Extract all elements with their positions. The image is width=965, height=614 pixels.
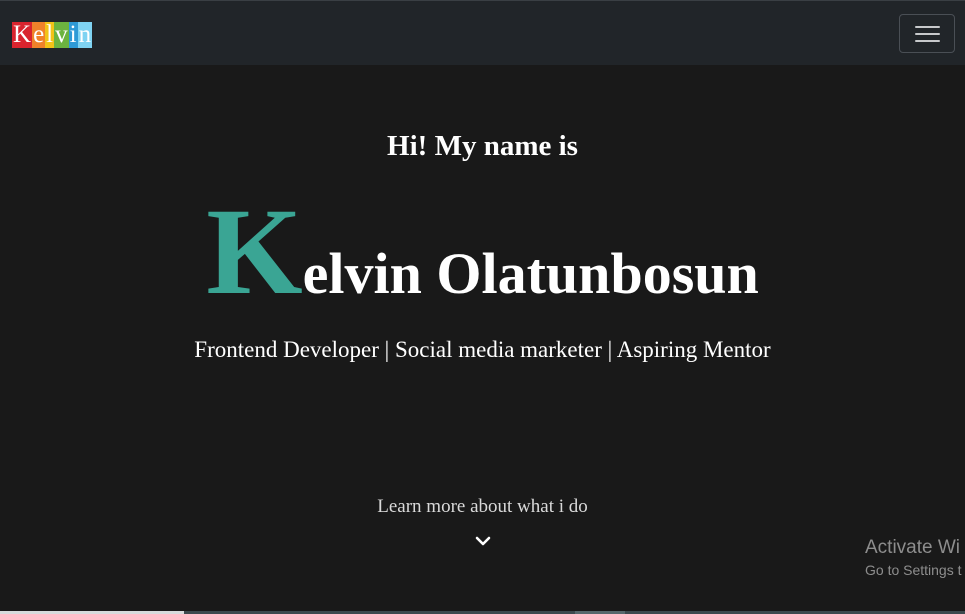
- navbar-toggler-button[interactable]: [899, 14, 955, 53]
- logo-letter: l: [45, 21, 55, 48]
- logo-letter: K: [12, 21, 33, 48]
- activate-windows-watermark: Activate Wi Go to Settings t: [865, 537, 962, 580]
- chevron-down-icon[interactable]: [475, 535, 491, 547]
- watermark-title: Activate Wi: [865, 537, 961, 558]
- logo-letter: v: [54, 21, 69, 48]
- hero-roles: Frontend Developer | Social media market…: [194, 337, 771, 362]
- logo-letter: i: [68, 21, 78, 48]
- hero-name-rest: elvin Olatunbosun: [302, 241, 759, 306]
- logo-letter: e: [32, 21, 46, 48]
- hero-section: Hi! My name is Kelvin Olatunbosun Fronte…: [0, 65, 965, 614]
- logo-letter: n: [77, 21, 93, 48]
- hero-name-initial: K: [206, 183, 303, 320]
- hero-name: Kelvin Olatunbosun: [0, 190, 965, 337]
- watermark-subtitle: Go to Settings t: [865, 562, 962, 578]
- hero-greeting: Hi! My name is: [387, 130, 578, 162]
- brand-logo[interactable]: K e l v i n: [12, 21, 93, 48]
- learn-more-link[interactable]: Learn more about what i do: [0, 495, 965, 519]
- navbar: K e l v i n: [0, 0, 965, 65]
